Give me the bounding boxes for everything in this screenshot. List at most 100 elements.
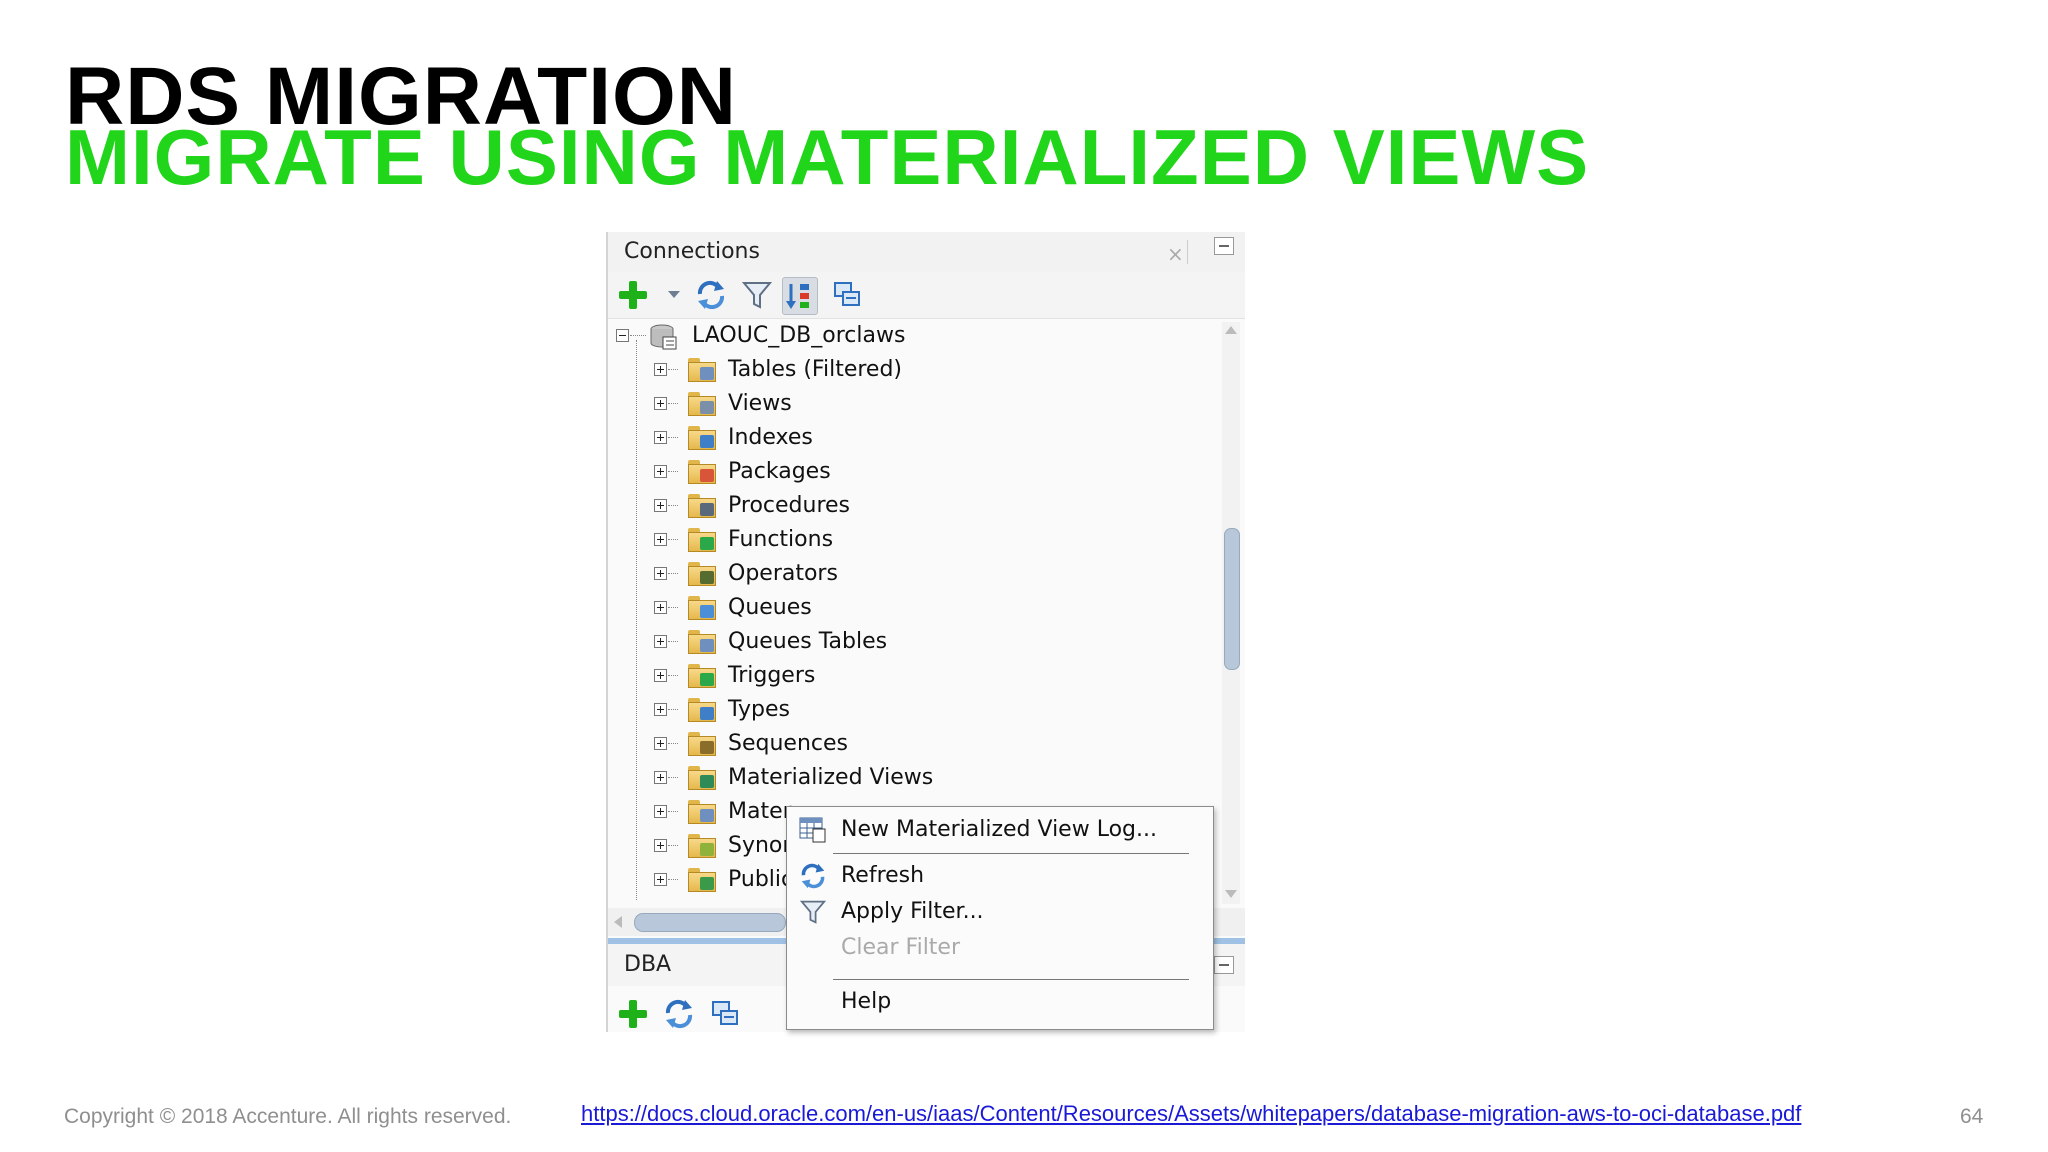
procedures-folder-icon	[688, 494, 716, 518]
collapse-toggle[interactable]	[616, 329, 629, 342]
tree-item-label: Mater	[728, 799, 792, 824]
filter-icon	[799, 900, 827, 924]
expand-toggle[interactable]	[654, 499, 667, 512]
menu-separator	[833, 979, 1189, 980]
expand-toggle[interactable]	[654, 771, 667, 784]
expand-toggle[interactable]	[654, 533, 667, 546]
dba-refresh-button[interactable]	[662, 996, 696, 1032]
expand-toggle[interactable]	[654, 805, 667, 818]
menu-item-new-materialized-view-log[interactable]: New Materialized View Log...	[795, 813, 1203, 847]
tree-connector	[668, 607, 678, 608]
expand-toggle[interactable]	[654, 465, 667, 478]
tree-item[interactable]: Materialized Views	[608, 761, 1218, 795]
connections-title: Connections	[624, 239, 760, 264]
menu-item-apply-filter[interactable]: Apply Filter...	[795, 895, 1203, 929]
menu-item-label: Clear Filter	[841, 935, 961, 960]
database-connection-icon	[650, 324, 677, 350]
menu-item-help[interactable]: Help	[795, 985, 1203, 1019]
tree-item[interactable]: Queues	[608, 591, 1218, 625]
tree-item-label: Operators	[728, 561, 838, 586]
expand-toggle[interactable]	[654, 363, 667, 376]
tree-connector	[668, 505, 678, 506]
expand-toggle[interactable]	[654, 669, 667, 682]
schema-browser-button[interactable]	[782, 277, 818, 315]
refresh-button[interactable]	[694, 277, 728, 313]
tree-connector	[668, 675, 678, 676]
menu-item-label: Help	[841, 989, 892, 1014]
minimize-button[interactable]	[1214, 237, 1234, 255]
copyright-text: Copyright © 2018 Accenture. All rights r…	[64, 1105, 512, 1128]
tree-connector	[630, 335, 646, 336]
refresh-icon	[665, 999, 693, 1029]
expand-toggle[interactable]	[654, 431, 667, 444]
tree-connector	[668, 539, 678, 540]
close-icon[interactable]: ×	[1167, 234, 1184, 274]
expand-toggle[interactable]	[654, 703, 667, 716]
dba-minimize-button[interactable]	[1214, 956, 1234, 974]
add-connection-button[interactable]	[616, 277, 650, 313]
expand-toggle[interactable]	[654, 839, 667, 852]
tree-item[interactable]: Queues Tables	[608, 625, 1218, 659]
tree-item[interactable]: Views	[608, 387, 1218, 421]
materialized-view-logs-folder-icon	[688, 800, 716, 824]
context-menu: New Materialized View Log... Refresh App…	[786, 806, 1214, 1030]
tree-connector	[668, 369, 678, 370]
expand-toggle[interactable]	[654, 635, 667, 648]
menu-item-label: Refresh	[841, 863, 925, 888]
expand-toggle[interactable]	[654, 397, 667, 410]
tree-item[interactable]: Types	[608, 693, 1218, 727]
connection-label[interactable]: LAOUC_DB_orclaws	[692, 319, 905, 353]
tree-item-label: Packages	[728, 459, 831, 484]
materialized-view-log-icon	[799, 817, 826, 843]
slide-subtitle: MIGRATE USING MATERIALIZED VIEWS	[65, 113, 1590, 201]
filter-button[interactable]	[740, 277, 774, 313]
indexes-folder-icon	[688, 426, 716, 450]
scroll-left-icon[interactable]	[614, 916, 622, 928]
tree-item[interactable]: Functions	[608, 523, 1218, 557]
tree-item[interactable]: Tables (Filtered)	[608, 353, 1218, 387]
tree-item[interactable]: Indexes	[608, 421, 1218, 455]
queues-tables-folder-icon	[688, 630, 716, 654]
connection-node[interactable]: LAOUC_DB_orclaws	[608, 319, 1218, 353]
add-icon	[619, 281, 647, 309]
tree-connector	[668, 437, 678, 438]
tree-connector	[668, 777, 678, 778]
tree-item-label: Types	[728, 697, 790, 722]
tree-connector	[668, 845, 678, 846]
collapse-all-button[interactable]	[830, 277, 864, 313]
collapse-icon	[712, 1001, 738, 1025]
menu-item-clear-filter[interactable]: Clear Filter	[795, 931, 1203, 965]
collapse-icon	[834, 282, 860, 306]
tree-item[interactable]: Triggers	[608, 659, 1218, 693]
vertical-scrollbar[interactable]	[1222, 322, 1240, 904]
page-number: 64	[1960, 1105, 1984, 1128]
scroll-thumb[interactable]	[1224, 528, 1240, 670]
tree-item[interactable]: Procedures	[608, 489, 1218, 523]
tree-item-label: Views	[728, 391, 792, 416]
add-dropdown-button[interactable]	[660, 277, 688, 313]
triggers-folder-icon	[688, 664, 716, 688]
tree-connector	[668, 573, 678, 574]
tree-item[interactable]: Sequences	[608, 727, 1218, 761]
expand-toggle[interactable]	[654, 737, 667, 750]
menu-separator	[833, 853, 1189, 854]
tree-item[interactable]: Operators	[608, 557, 1218, 591]
tree-connector	[668, 879, 678, 880]
horizontal-scroll-thumb[interactable]	[634, 913, 786, 932]
dba-title: DBA	[624, 952, 672, 977]
expand-toggle[interactable]	[654, 601, 667, 614]
dba-add-button[interactable]	[616, 996, 650, 1032]
menu-item-refresh[interactable]: Refresh	[795, 859, 1203, 893]
views-folder-icon	[688, 392, 716, 416]
dba-collapse-button[interactable]	[708, 996, 742, 1032]
tables-folder-icon	[688, 358, 716, 382]
tree-connector	[668, 403, 678, 404]
scroll-down-icon[interactable]	[1225, 890, 1237, 898]
expand-toggle[interactable]	[654, 567, 667, 580]
reference-link[interactable]: https://docs.cloud.oracle.com/en-us/iaas…	[581, 1101, 1801, 1127]
tree-connector	[668, 641, 678, 642]
tree-item[interactable]: Packages	[608, 455, 1218, 489]
public-synonyms-folder-icon	[688, 868, 716, 892]
expand-toggle[interactable]	[654, 873, 667, 886]
scroll-up-icon[interactable]	[1225, 326, 1237, 334]
